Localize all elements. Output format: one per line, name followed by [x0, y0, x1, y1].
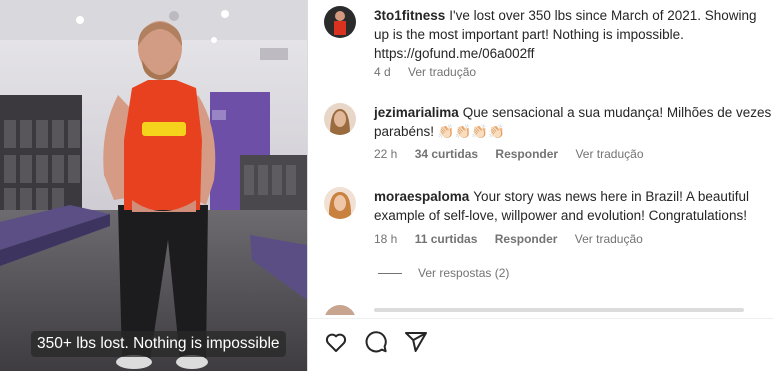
like-button[interactable]: [324, 330, 348, 354]
comments-panel[interactable]: 3to1fitness I've lost over 350 lbs since …: [308, 0, 774, 371]
comment-username[interactable]: moraespaloma: [374, 189, 469, 204]
replies-line: [378, 273, 402, 275]
comment-meta: 18 h 11 curtidas Responder Ver tradução: [374, 232, 657, 246]
comment-text-partial: [374, 308, 744, 312]
avatar[interactable]: [324, 103, 356, 135]
comment-time: 22 h: [374, 147, 398, 161]
avatar: [324, 305, 356, 315]
comment-username[interactable]: 3to1fitness: [374, 8, 445, 23]
view-replies-button[interactable]: Ver respostas (2): [378, 266, 509, 280]
comment-text: moraespaloma Your story was news here in …: [374, 187, 774, 225]
comment-button[interactable]: [364, 330, 388, 354]
comment-time: 4 d: [374, 65, 391, 79]
comment-meta: 4 d Ver tradução: [374, 65, 490, 79]
like-count[interactable]: 11 curtidas: [415, 232, 478, 246]
gym-photo: [0, 0, 307, 371]
see-translation-link[interactable]: Ver tradução: [575, 147, 643, 161]
comment-text: 3to1fitness I've lost over 350 lbs since …: [374, 6, 774, 63]
comment-icon: [365, 331, 387, 353]
reply-button[interactable]: Responder: [495, 232, 558, 246]
comment-meta: 22 h 34 curtidas Responder Ver tradução: [374, 147, 658, 161]
comment-username[interactable]: jezimarialima: [374, 105, 459, 120]
avatar[interactable]: [324, 6, 356, 38]
like-count[interactable]: 34 curtidas: [415, 147, 478, 161]
share-icon: [405, 332, 427, 352]
see-translation-link[interactable]: Ver tradução: [408, 65, 476, 79]
see-translation-link[interactable]: Ver tradução: [575, 232, 643, 246]
avatar[interactable]: [324, 187, 356, 219]
actions-divider: [308, 318, 774, 319]
reply-button[interactable]: Responder: [495, 147, 558, 161]
view-replies-label: Ver respostas (2): [418, 266, 510, 280]
comment-time: 18 h: [374, 232, 398, 246]
heart-icon: [325, 333, 347, 352]
share-button[interactable]: [404, 330, 428, 354]
comment-text: jezimarialima Que sensacional a sua mudan…: [374, 103, 774, 141]
video-caption: 350+ lbs lost. Nothing is impossible: [31, 331, 286, 357]
post-media[interactable]: 350+ lbs lost. Nothing is impossible: [0, 0, 307, 371]
